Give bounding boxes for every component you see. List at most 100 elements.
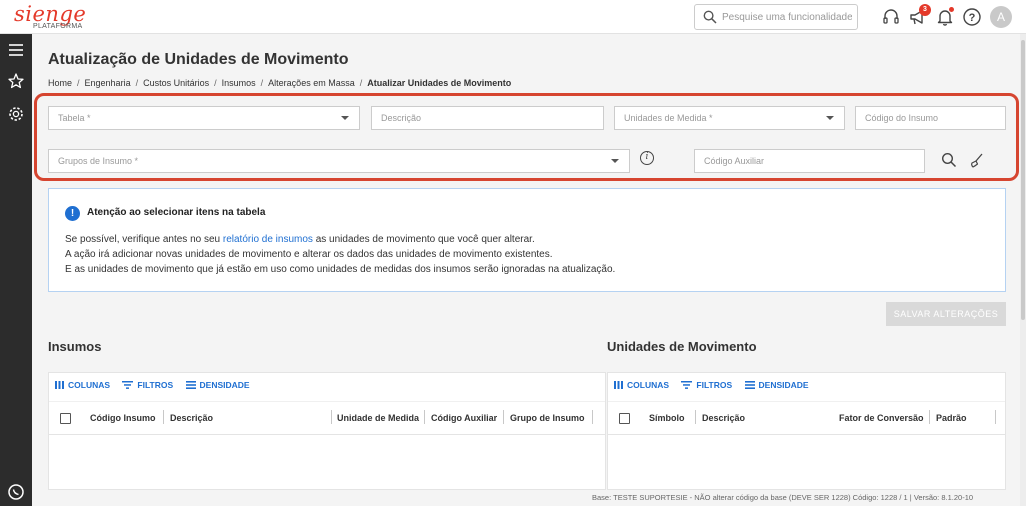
sidebar: [0, 34, 32, 506]
breadcrumb-separator: /: [260, 78, 264, 88]
filter-icon: [122, 381, 134, 389]
search-input[interactable]: [722, 9, 852, 26]
density-label: DENSIDADE: [758, 380, 809, 390]
col-unidade-medida[interactable]: Unidade de Medida: [337, 413, 419, 423]
breadcrumb-home[interactable]: Home: [48, 78, 72, 88]
alert-line-1-end: as unidades de movimento que você quer a…: [312, 234, 535, 245]
codigo-insumo-label: Código do Insumo: [865, 113, 939, 123]
notification-badge: 3: [919, 4, 931, 16]
help-icon[interactable]: ?: [962, 7, 982, 27]
columns-icon: [614, 381, 623, 389]
filters-button[interactable]: FILTROS: [681, 380, 732, 390]
unidades-section-title: Unidades de Movimento: [607, 339, 757, 354]
col-grupo-insumo[interactable]: Grupo de Insumo: [510, 413, 585, 423]
search-button-icon[interactable]: [941, 152, 957, 168]
breadcrumb: Home / Engenharia / Custos Unitários / Insumos…: [48, 78, 511, 88]
column-separator[interactable]: [424, 410, 425, 424]
search-icon: [703, 10, 717, 24]
alert-line-1: Se possível, verifique antes no seu rela…: [65, 234, 535, 245]
unidades-medida-label: Unidades de Medida *: [624, 113, 713, 123]
column-separator[interactable]: [331, 410, 332, 424]
column-separator[interactable]: [163, 410, 164, 424]
info-icon[interactable]: i: [640, 151, 654, 165]
codigo-insumo-field[interactable]: Código do Insumo: [855, 106, 1006, 130]
breadcrumb-custos-unitarios[interactable]: Custos Unitários: [143, 78, 209, 88]
logo-subtitle: PLATAFORMA: [33, 23, 83, 30]
filter-icon: [681, 381, 693, 389]
grid-toolbar: COLUNAS FILTROS DENSIDADE: [614, 380, 819, 390]
star-icon[interactable]: [7, 72, 25, 90]
svg-text:?: ?: [969, 12, 976, 24]
feature-search[interactable]: [694, 4, 858, 30]
grid-toolbar: COLUNAS FILTROS DENSIDADE: [55, 380, 260, 390]
density-icon: [185, 381, 196, 389]
column-separator[interactable]: [929, 410, 930, 424]
page-scrollbar-thumb[interactable]: [1021, 40, 1025, 320]
columns-icon: [55, 381, 64, 389]
chevron-down-icon: [341, 116, 349, 120]
chevron-down-icon: [826, 116, 834, 120]
chevron-down-icon: [611, 159, 619, 163]
col-descricao[interactable]: Descrição: [170, 413, 213, 423]
column-separator[interactable]: [695, 410, 696, 424]
top-bar: sienge PLATAFORMA 3 ? A: [0, 0, 1026, 34]
whatsapp-icon[interactable]: [7, 483, 25, 501]
col-codigo-auxiliar[interactable]: Código Auxiliar: [431, 413, 497, 423]
exclamation-icon: !: [65, 206, 80, 221]
breadcrumb-separator: /: [135, 78, 139, 88]
column-separator[interactable]: [592, 410, 593, 424]
breadcrumb-insumos[interactable]: Insumos: [222, 78, 256, 88]
descricao-label: Descrição: [381, 113, 422, 123]
alert-title: Atenção ao selecionar itens na tabela: [87, 207, 266, 218]
attention-alert: ! Atenção ao selecionar itens na tabela …: [48, 188, 1006, 292]
filters-label: FILTROS: [696, 380, 733, 390]
density-icon: [744, 381, 755, 389]
descricao-field[interactable]: Descrição: [371, 106, 604, 130]
unidades-grid: COLUNAS FILTROS DENSIDADE Símbolo Descri…: [607, 372, 1006, 490]
select-all-checkbox[interactable]: [619, 413, 630, 424]
breadcrumb-separator: /: [77, 78, 80, 88]
col-codigo-insumo[interactable]: Código Insumo: [90, 413, 156, 423]
column-separator[interactable]: [503, 410, 504, 424]
unidades-medida-select[interactable]: Unidades de Medida *: [614, 106, 845, 130]
alert-line-2: A ação irá adicionar novas unidades de m…: [65, 249, 553, 260]
breadcrumb-engenharia[interactable]: Engenharia: [85, 78, 131, 88]
breadcrumb-separator: /: [359, 78, 363, 88]
alert-line-3: E as unidades de movimento que já estão …: [65, 264, 616, 275]
density-button[interactable]: DENSIDADE: [744, 380, 809, 390]
columns-button[interactable]: COLUNAS: [55, 380, 110, 390]
codigo-auxiliar-field[interactable]: Código Auxiliar: [694, 149, 925, 173]
menu-icon[interactable]: [7, 41, 25, 59]
col-fator-conversao[interactable]: Fator de Conversão: [839, 413, 924, 423]
breadcrumb-separator: /: [214, 78, 217, 88]
columns-button[interactable]: COLUNAS: [614, 380, 669, 390]
save-changes-button[interactable]: SALVAR ALTERAÇÕES: [886, 302, 1006, 326]
filters-button[interactable]: FILTROS: [122, 380, 173, 390]
col-simbolo[interactable]: Símbolo: [649, 413, 685, 423]
tabela-select[interactable]: Tabela *: [48, 106, 360, 130]
broom-clear-icon[interactable]: [968, 152, 984, 168]
grupos-insumo-select[interactable]: Grupos de Insumo *: [48, 149, 630, 173]
bell-alert-dot: [949, 7, 954, 12]
relatorio-insumos-link[interactable]: relatório de insumos: [223, 234, 313, 245]
column-separator[interactable]: [995, 410, 996, 424]
sienge-logo[interactable]: sienge PLATAFORMA: [14, 2, 86, 30]
environment-footer: Base: TESTE SUPORTESIE - NÃO alterar cód…: [592, 493, 974, 502]
grupos-insumo-label: Grupos de Insumo *: [58, 156, 139, 166]
col-descricao[interactable]: Descrição: [702, 413, 745, 423]
insumos-section-title: Insumos: [48, 339, 102, 354]
columns-label: COLUNAS: [627, 380, 670, 390]
col-padrao[interactable]: Padrão: [936, 413, 967, 423]
insumos-grid: COLUNAS FILTROS DENSIDADE Código Insumo …: [48, 372, 606, 490]
alert-line-1-start: Se possível, verifique antes no seu: [65, 234, 223, 245]
select-all-checkbox[interactable]: [60, 413, 71, 424]
headset-icon[interactable]: [881, 7, 901, 27]
breadcrumb-current: Atualizar Unidades de Movimento: [367, 78, 512, 88]
user-avatar[interactable]: A: [990, 6, 1012, 28]
gear-icon[interactable]: [7, 105, 25, 123]
page-title: Atualização de Unidades de Movimento: [48, 51, 349, 68]
breadcrumb-alteracoes-em-massa[interactable]: Alterações em Massa: [268, 78, 355, 88]
codigo-auxiliar-label: Código Auxiliar: [704, 156, 765, 166]
filters-label: FILTROS: [137, 380, 174, 390]
density-button[interactable]: DENSIDADE: [185, 380, 250, 390]
